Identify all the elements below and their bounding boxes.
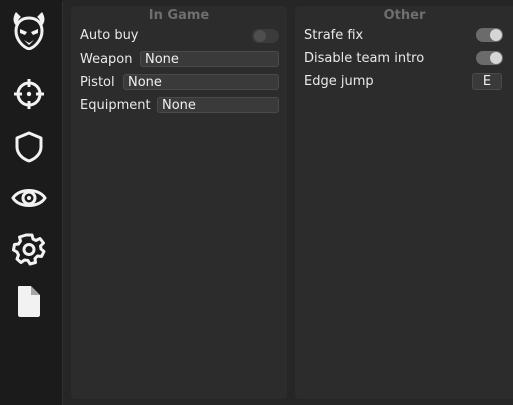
pistol-dropdown[interactable]: None: [123, 74, 279, 90]
file-icon[interactable]: [9, 281, 49, 321]
equipment-row: Equipment: [80, 96, 151, 114]
auto-buy-toggle[interactable]: [252, 29, 279, 43]
shield-icon[interactable]: [9, 127, 49, 167]
pistol-label: Pistol: [80, 74, 115, 90]
toggle-knob: [490, 29, 502, 41]
edge-jump-row: Edge jump: [304, 72, 374, 90]
strafe-fix-label: Strafe fix: [304, 27, 364, 43]
weapon-label: Weapon: [80, 51, 133, 67]
toggle-knob: [490, 52, 502, 64]
weapon-dropdown[interactable]: None: [140, 51, 279, 67]
crosshair-icon[interactable]: [9, 74, 49, 114]
panel-title: In Game: [148, 8, 210, 23]
pistol-row: Pistol: [80, 73, 115, 91]
auto-buy-row: Auto buy: [80, 26, 139, 44]
disable-team-intro-row: Disable team intro: [304, 49, 424, 67]
panel-title: Other: [383, 8, 426, 23]
weapon-row: Weapon: [80, 50, 133, 68]
other-panel: Other Strafe fix Disable team intro Edge…: [295, 6, 513, 399]
main-content: In Game Auto buy Weapon None Pistol None…: [62, 0, 513, 405]
gear-icon[interactable]: [9, 229, 49, 269]
disable-team-intro-label: Disable team intro: [304, 50, 425, 66]
equipment-dropdown[interactable]: None: [157, 97, 279, 113]
auto-buy-label: Auto buy: [80, 27, 139, 43]
strafe-fix-row: Strafe fix: [304, 26, 363, 44]
toggle-knob: [254, 30, 266, 42]
sidebar: [0, 0, 58, 405]
edge-jump-keybind-button[interactable]: E: [472, 73, 502, 90]
equipment-label: Equipment: [80, 97, 151, 113]
disable-team-intro-toggle[interactable]: [476, 51, 503, 65]
eye-icon[interactable]: [9, 178, 49, 218]
strafe-fix-toggle[interactable]: [476, 28, 503, 42]
in-game-panel: In Game Auto buy Weapon None Pistol None…: [71, 6, 287, 399]
logo-demon-icon: [9, 10, 49, 50]
edge-jump-label: Edge jump: [304, 73, 374, 89]
